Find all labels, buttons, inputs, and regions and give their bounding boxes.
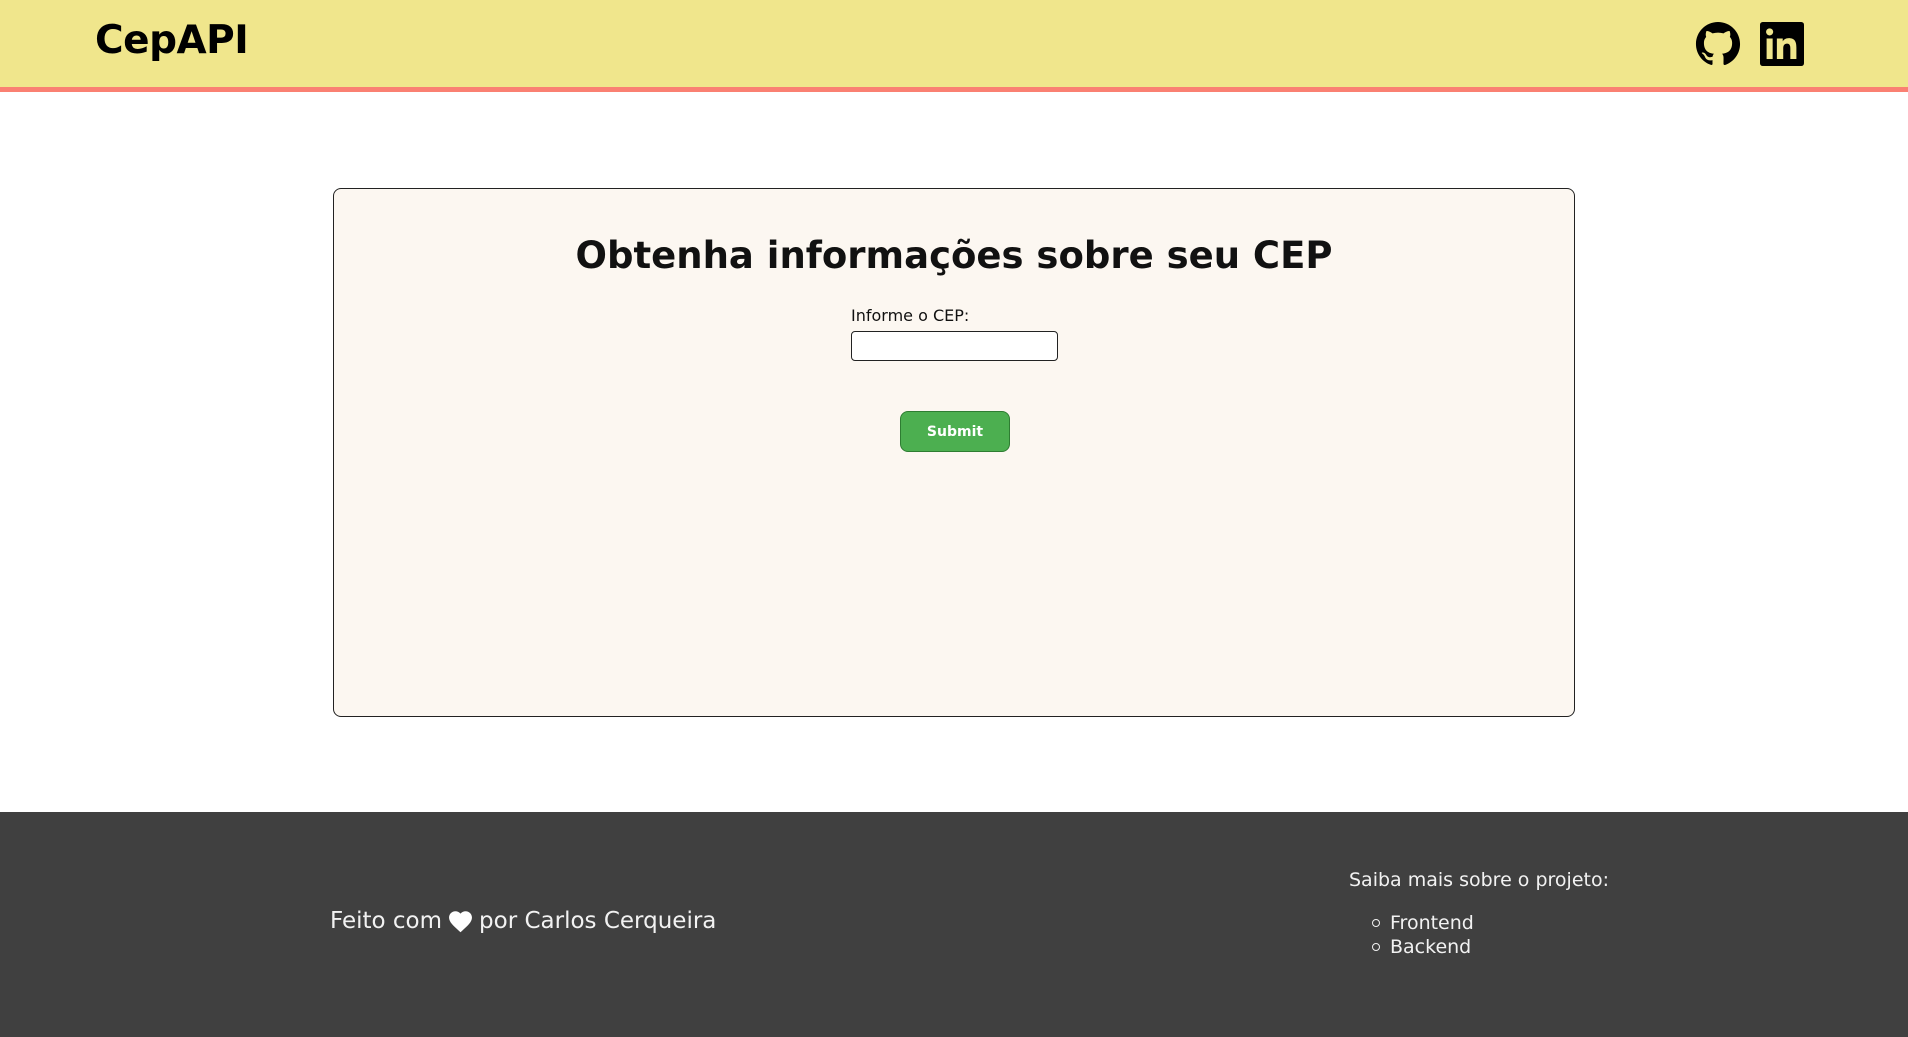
site-footer: Feito com por Carlos Cerqueira Saiba mai… [0, 812, 1908, 1037]
github-icon[interactable] [1694, 21, 1742, 67]
credit-suffix: por Carlos Cerqueira [479, 908, 717, 934]
bullet-icon [1372, 919, 1380, 927]
cep-input[interactable] [851, 331, 1058, 361]
submit-button[interactable]: Submit [900, 411, 1010, 452]
credit-prefix: Feito com [330, 908, 443, 934]
site-header: CepAPI [0, 0, 1908, 92]
more-info-heading: Saiba mais sobre o projeto: [1349, 869, 1609, 891]
frontend-link[interactable]: Frontend [1390, 911, 1474, 935]
project-links: Frontend Backend [1372, 911, 1474, 959]
cep-label: Informe o CEP: [851, 306, 970, 325]
page: CepAPI Obtenha informações sobre seu CEP… [0, 0, 1908, 1037]
cep-form-card: Obtenha informações sobre seu CEP Inform… [333, 188, 1575, 717]
linkedin-icon[interactable] [1760, 21, 1804, 67]
page-title: Obtenha informações sobre seu CEP [575, 234, 1333, 277]
brand-logo[interactable]: CepAPI [95, 18, 249, 63]
backend-link[interactable]: Backend [1390, 935, 1471, 959]
footer-credit: Feito com por Carlos Cerqueira [330, 908, 716, 934]
heart-icon [448, 910, 473, 933]
list-item: Backend [1372, 935, 1474, 959]
bullet-icon [1372, 943, 1380, 951]
list-item: Frontend [1372, 911, 1474, 935]
